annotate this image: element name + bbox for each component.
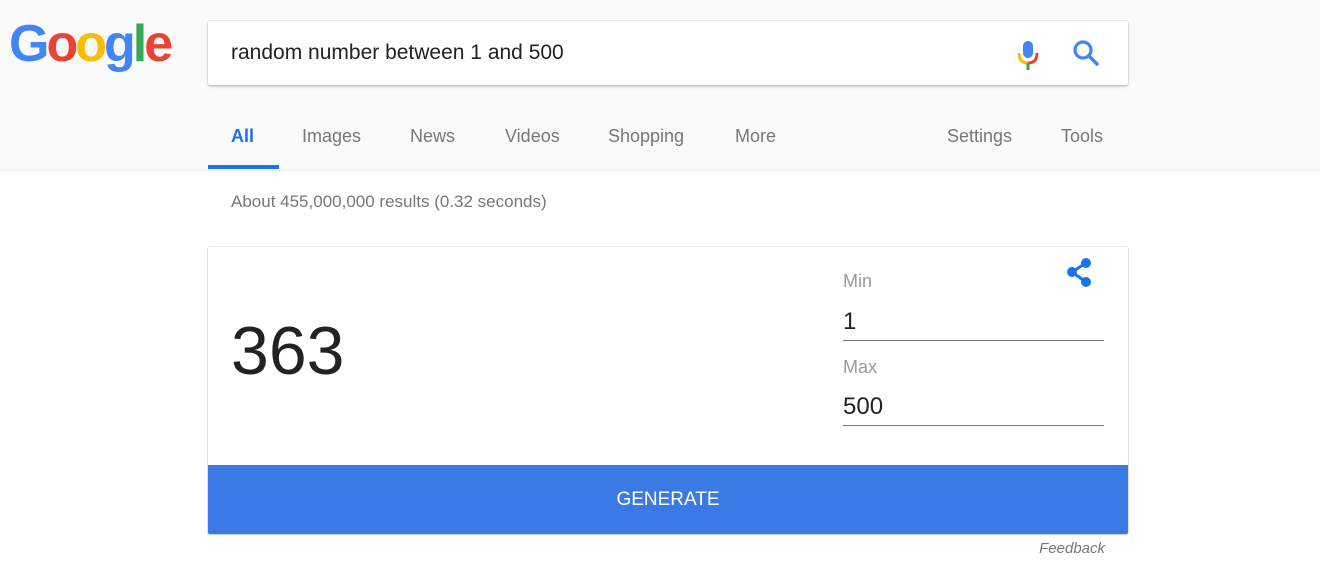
tab-tools[interactable]: Tools bbox=[1061, 126, 1103, 147]
logo-letter: e bbox=[144, 15, 173, 73]
logo-letter: g bbox=[103, 15, 136, 73]
random-number-result: 363 bbox=[231, 313, 345, 389]
logo-letter: G bbox=[9, 15, 49, 73]
tab-all[interactable]: All bbox=[231, 126, 254, 147]
max-input[interactable] bbox=[843, 389, 1104, 426]
tab-images[interactable]: Images bbox=[302, 126, 361, 147]
share-icon[interactable] bbox=[1064, 256, 1094, 288]
search-box bbox=[208, 21, 1128, 85]
logo-letter: o bbox=[46, 15, 78, 73]
generate-button[interactable]: GENERATE bbox=[208, 465, 1128, 534]
min-label: Min bbox=[843, 271, 873, 291]
tab-videos[interactable]: Videos bbox=[505, 126, 560, 147]
logo-letter: l bbox=[132, 15, 148, 73]
tab-settings[interactable]: Settings bbox=[947, 126, 1012, 147]
random-number-card: 363 Min Max GENERATE bbox=[208, 247, 1128, 534]
tab-shopping[interactable]: Shopping bbox=[608, 126, 684, 147]
max-label: Max bbox=[843, 357, 878, 377]
active-tab-indicator bbox=[208, 165, 279, 169]
microphone-icon[interactable] bbox=[1015, 39, 1041, 71]
tab-news[interactable]: News bbox=[410, 126, 455, 147]
google-logo[interactable]: Google bbox=[9, 15, 173, 73]
min-input[interactable] bbox=[843, 304, 1104, 341]
logo-letter: o bbox=[75, 15, 107, 73]
result-stats: About 455,000,000 results (0.32 seconds) bbox=[231, 192, 547, 211]
search-input[interactable] bbox=[231, 21, 991, 85]
header: Google All Images News Videos Shopping M… bbox=[0, 0, 1320, 171]
tab-more[interactable]: More bbox=[735, 126, 776, 147]
feedback-link[interactable]: Feedback bbox=[1000, 540, 1105, 557]
magnifier-icon[interactable] bbox=[1072, 39, 1100, 67]
